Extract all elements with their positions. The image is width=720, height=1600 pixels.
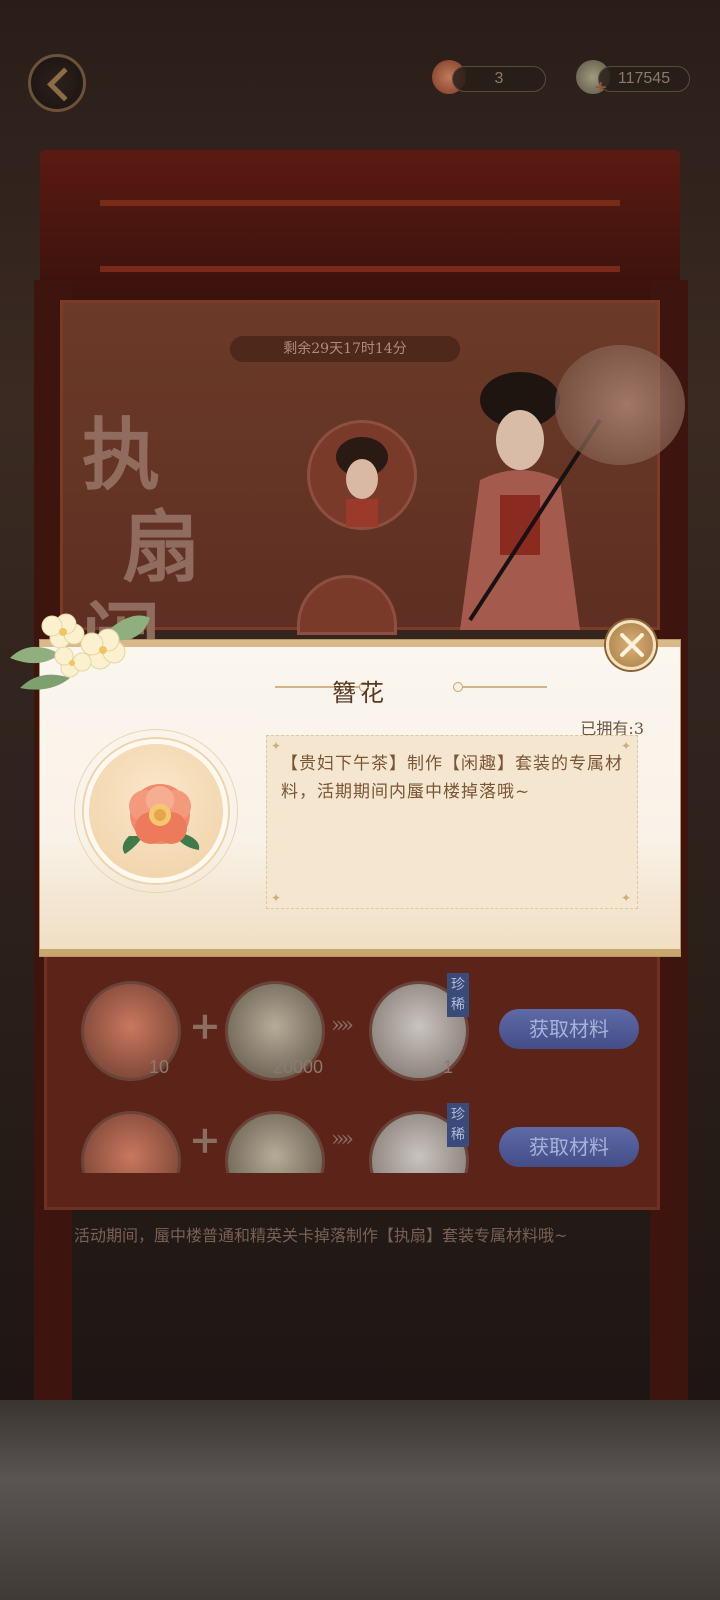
item-icon-frame <box>84 739 228 883</box>
description-box: ✦ ✦ ✦ ✦ 【贵妇下午茶】制作【闲趣】套装的专属材料，活期期间内蜃中楼掉落哦… <box>266 735 638 909</box>
camellia-flower-icon <box>122 784 200 854</box>
item-description: 【贵妇下午茶】制作【闲趣】套装的专属材料，活期期间内蜃中楼掉落哦~ <box>281 754 623 802</box>
corner-ornament-icon: ✦ <box>271 891 282 905</box>
corner-ornament-icon: ✦ <box>621 891 632 905</box>
title-ornament-right <box>453 682 547 692</box>
jasmine-flowers-decoration <box>10 613 150 690</box>
close-button[interactable] <box>606 620 656 670</box>
